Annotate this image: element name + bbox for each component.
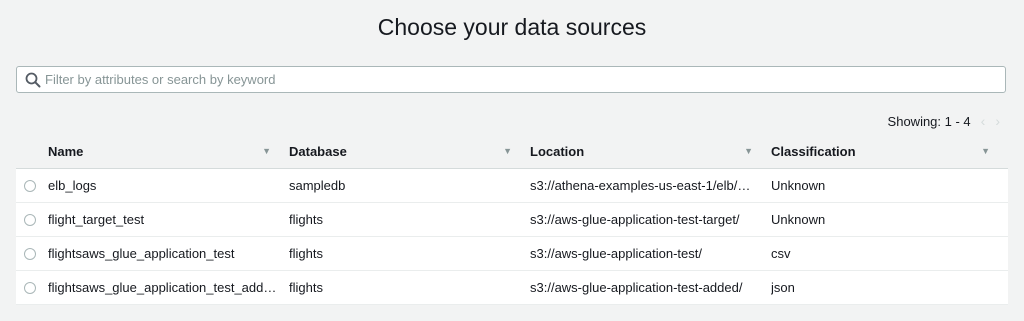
- cell-name: elb_logs: [48, 178, 97, 193]
- cell-name: flight_target_test: [48, 212, 145, 227]
- table-header: Name ▼ Database ▼ Location ▼ Classificat…: [16, 134, 1008, 169]
- table-row[interactable]: flightsaws_glue_application_test flights…: [16, 237, 1008, 271]
- row-radio-button[interactable]: [24, 281, 36, 294]
- pagination: Showing: 1 - 4 ‹ ›: [888, 113, 1000, 129]
- chevron-left-icon[interactable]: ‹: [981, 113, 986, 129]
- table-row[interactable]: flightsaws_glue_application_test_add… fl…: [16, 271, 1008, 305]
- row-radio-button[interactable]: [24, 179, 36, 192]
- cell-database: flights: [289, 280, 323, 295]
- cell-location: s3://aws-glue-application-test-target/: [530, 212, 740, 227]
- table-row[interactable]: elb_logs sampledb s3://athena-examples-u…: [16, 169, 1008, 203]
- cell-database: sampledb: [289, 178, 346, 193]
- table-row[interactable]: flight_target_test flights s3://aws-glue…: [16, 203, 1008, 237]
- search-box[interactable]: [16, 66, 1006, 93]
- cell-name: flightsaws_glue_application_test: [48, 246, 235, 261]
- pagination-status: Showing: 1 - 4: [887, 113, 971, 129]
- chevron-right-icon[interactable]: ›: [995, 113, 1000, 129]
- cell-database: flights: [289, 212, 323, 227]
- page-title: Choose your data sources: [377, 14, 647, 40]
- search-icon: [23, 70, 43, 90]
- column-header-classification[interactable]: Classification ▼: [771, 134, 1008, 168]
- column-header-database[interactable]: Database ▼: [289, 134, 530, 168]
- sort-caret-icon[interactable]: ▼: [744, 146, 753, 156]
- cell-classification: Unknown: [771, 178, 826, 193]
- cell-classification: Unknown: [771, 212, 826, 227]
- cell-location: s3://aws-glue-application-test-added/: [530, 280, 743, 295]
- cell-classification: json: [771, 280, 795, 295]
- cell-location: s3://aws-glue-application-test/: [530, 246, 702, 261]
- column-header-name[interactable]: Name ▼: [48, 134, 289, 168]
- row-radio-button[interactable]: [24, 247, 36, 260]
- column-header-location[interactable]: Location ▼: [530, 134, 771, 168]
- sort-caret-icon[interactable]: ▼: [981, 146, 990, 156]
- cell-name: flightsaws_glue_application_test_add…: [48, 280, 277, 295]
- search-input[interactable]: [43, 68, 1005, 91]
- row-radio-button[interactable]: [24, 213, 36, 226]
- sort-caret-icon[interactable]: ▼: [262, 146, 271, 156]
- sort-caret-icon[interactable]: ▼: [503, 146, 512, 156]
- select-column-header: [16, 134, 48, 168]
- data-sources-table: Name ▼ Database ▼ Location ▼ Classificat…: [16, 134, 1008, 305]
- cell-database: flights: [289, 246, 323, 261]
- cell-classification: csv: [771, 246, 791, 261]
- cell-location: s3://athena-examples-us-east-1/elb/…: [530, 178, 751, 193]
